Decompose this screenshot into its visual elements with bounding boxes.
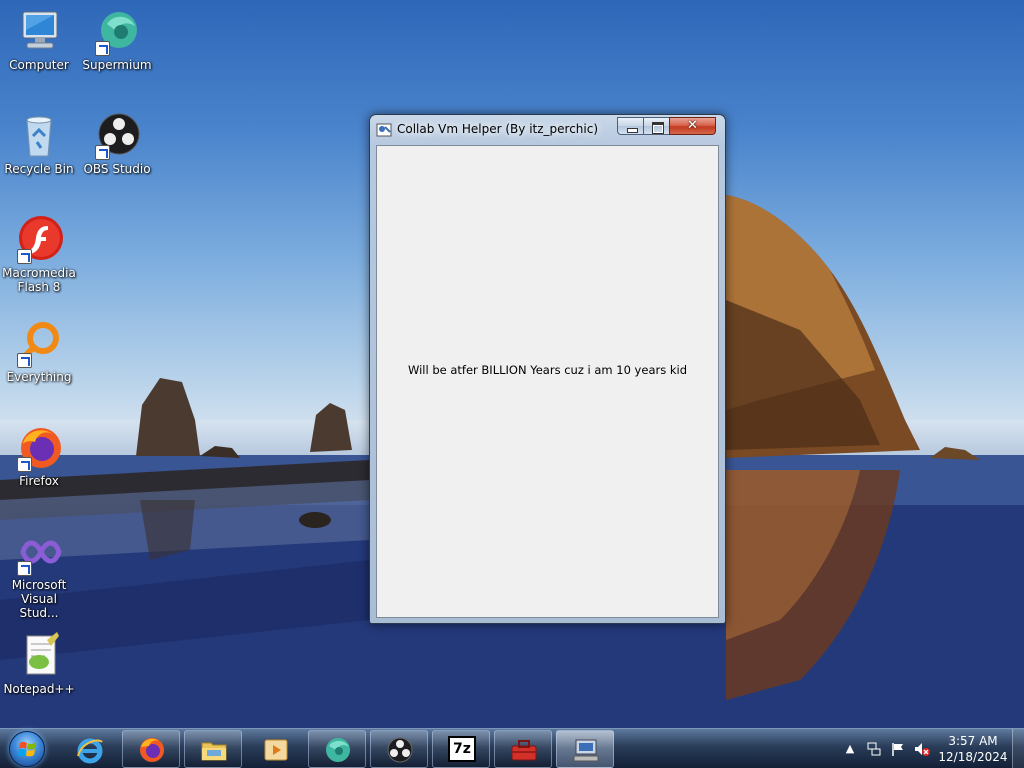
desktop-icon-recycle-bin[interactable]: Recycle Bin	[0, 112, 78, 176]
desktop-icon-everything[interactable]: Everything	[0, 320, 78, 384]
close-button[interactable]: ✕	[669, 117, 716, 135]
taskbar-file-explorer[interactable]	[184, 730, 242, 768]
shortcut-arrow-icon	[17, 249, 32, 264]
toolbox-icon	[510, 736, 538, 764]
7zip-icon-text: 7z	[448, 736, 476, 762]
desktop-icon-label: OBS Studio	[83, 162, 151, 176]
minimize-icon	[618, 118, 643, 134]
app-icon[interactable]	[376, 122, 392, 138]
notepadpp-icon	[15, 632, 63, 680]
desktop-icon-label: Computer	[9, 58, 69, 72]
windows-logo-icon	[9, 731, 45, 767]
taskbar: 7z ▲ 3:57 AM 12/18/2024	[0, 728, 1024, 768]
taskbar-obs-studio[interactable]	[370, 730, 428, 768]
shortcut-arrow-icon	[95, 41, 110, 56]
firefox-icon	[15, 424, 63, 472]
minimize-button[interactable]	[617, 117, 644, 135]
7zip-icon: 7z	[448, 736, 476, 764]
desktop-icon-label: Firefox	[19, 474, 59, 488]
notification-area: ▲ 3:57 AM 12/18/2024	[840, 729, 1024, 768]
taskbar-media-player[interactable]	[246, 730, 304, 768]
taskbar-collab-vm-helper[interactable]	[556, 730, 614, 768]
message-label: Will be atfer BILLION Years cuz i am 10 …	[407, 363, 688, 377]
desktop-icon-computer[interactable]: Computer	[0, 8, 78, 72]
file-explorer-icon	[200, 736, 228, 764]
firefox-icon	[138, 736, 166, 764]
media-player-icon	[262, 736, 290, 764]
maximize-button[interactable]	[643, 117, 670, 135]
collab-vm-helper-icon	[572, 736, 600, 764]
volume-muted-icon[interactable]	[914, 741, 930, 757]
flash-icon	[15, 216, 63, 264]
desktop-icon-label: Microsoft Visual Stud...	[11, 578, 67, 620]
clock-date[interactable]: 12/18/2024	[936, 750, 1010, 764]
obs-icon	[386, 736, 414, 764]
collab-vm-helper-window: Collab Vm Helper (By itz_perchic) ✕ Will…	[369, 114, 726, 624]
show-hidden-icons-icon[interactable]: ▲	[842, 741, 858, 757]
shortcut-arrow-icon	[17, 457, 32, 472]
window-client-area: Will be atfer BILLION Years cuz i am 10 …	[376, 145, 719, 618]
show-desktop-button[interactable]	[1012, 729, 1024, 768]
desktop-icon-label: Recycle Bin	[4, 162, 74, 176]
desktop-icon-firefox[interactable]: Firefox	[0, 424, 78, 488]
taskbar-7zip[interactable]: 7z	[432, 730, 490, 768]
desktop-icon-visual-studio[interactable]: Microsoft Visual Stud...	[0, 528, 78, 620]
shortcut-arrow-icon	[17, 561, 32, 576]
desktop-icon-flash[interactable]: Macromedia Flash 8	[0, 216, 78, 294]
close-icon: ✕	[687, 118, 698, 133]
visual-studio-icon	[15, 528, 63, 576]
recycle-bin-icon	[15, 112, 63, 160]
desktop-icon-label: Notepad++	[3, 682, 75, 696]
start-button[interactable]	[4, 729, 50, 768]
desktop-icon-label: Macromedia Flash 8	[2, 266, 76, 294]
title-bar[interactable]: Collab Vm Helper (By itz_perchic) ✕	[370, 115, 725, 143]
desktop-icon-obs-studio[interactable]: OBS Studio	[78, 112, 156, 176]
internet-explorer-icon	[76, 736, 104, 764]
everything-icon	[15, 320, 63, 368]
action-center-flag-icon[interactable]	[890, 741, 906, 757]
shortcut-arrow-icon	[95, 145, 110, 160]
desktop-icon-supermium[interactable]: Supermium	[78, 8, 156, 72]
taskbar-toolbox[interactable]	[494, 730, 552, 768]
clock-time[interactable]: 3:57 AM	[943, 734, 1003, 748]
taskbar-supermium[interactable]	[308, 730, 366, 768]
desktop-icon-label: Supermium	[82, 58, 152, 72]
supermium-icon	[93, 8, 141, 56]
taskbar-internet-explorer[interactable]	[60, 730, 118, 768]
taskbar-firefox[interactable]	[122, 730, 180, 768]
obs-icon	[93, 112, 141, 160]
supermium-icon	[324, 736, 352, 764]
network-icon[interactable]	[866, 741, 882, 757]
desktop-icon-label: Everything	[6, 370, 72, 384]
computer-icon	[15, 8, 63, 56]
shortcut-arrow-icon	[17, 353, 32, 368]
desktop-icon-notepadpp[interactable]: Notepad++	[0, 632, 78, 696]
maximize-icon	[644, 118, 669, 134]
window-title: Collab Vm Helper (By itz_perchic)	[397, 122, 599, 136]
